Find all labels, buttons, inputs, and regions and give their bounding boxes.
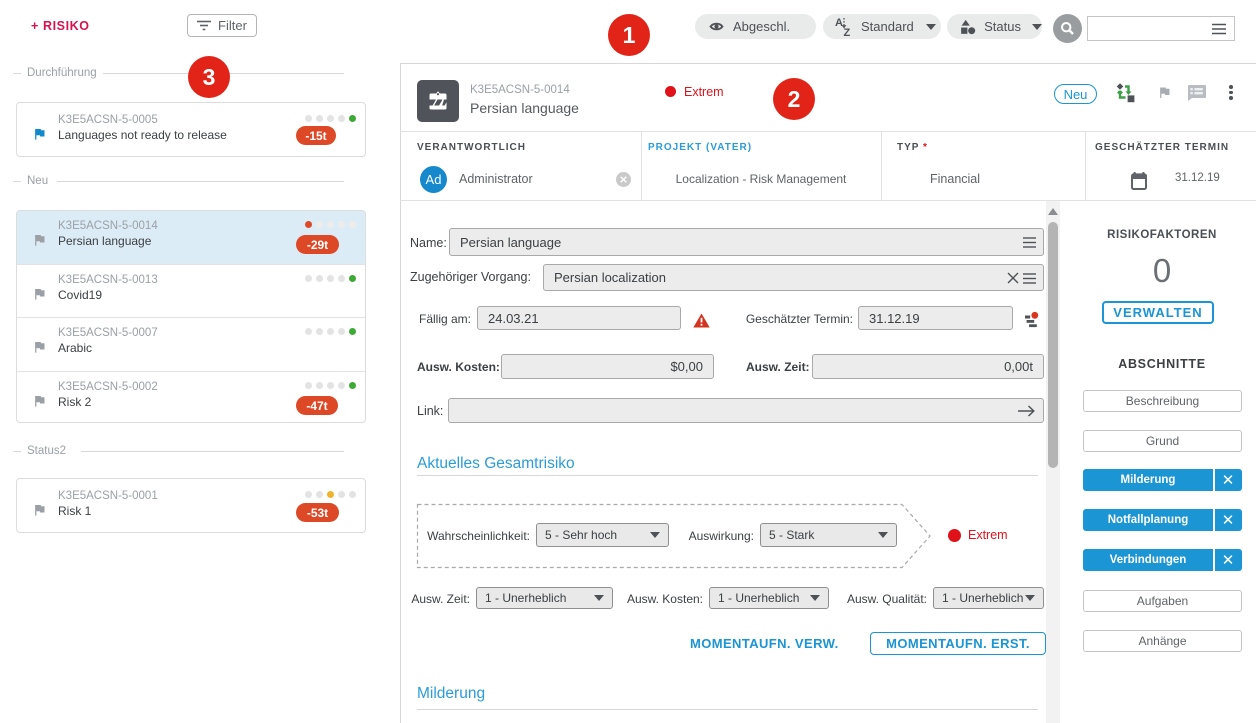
svg-text:Z: Z [844, 27, 851, 37]
svg-text:A: A [835, 17, 843, 29]
